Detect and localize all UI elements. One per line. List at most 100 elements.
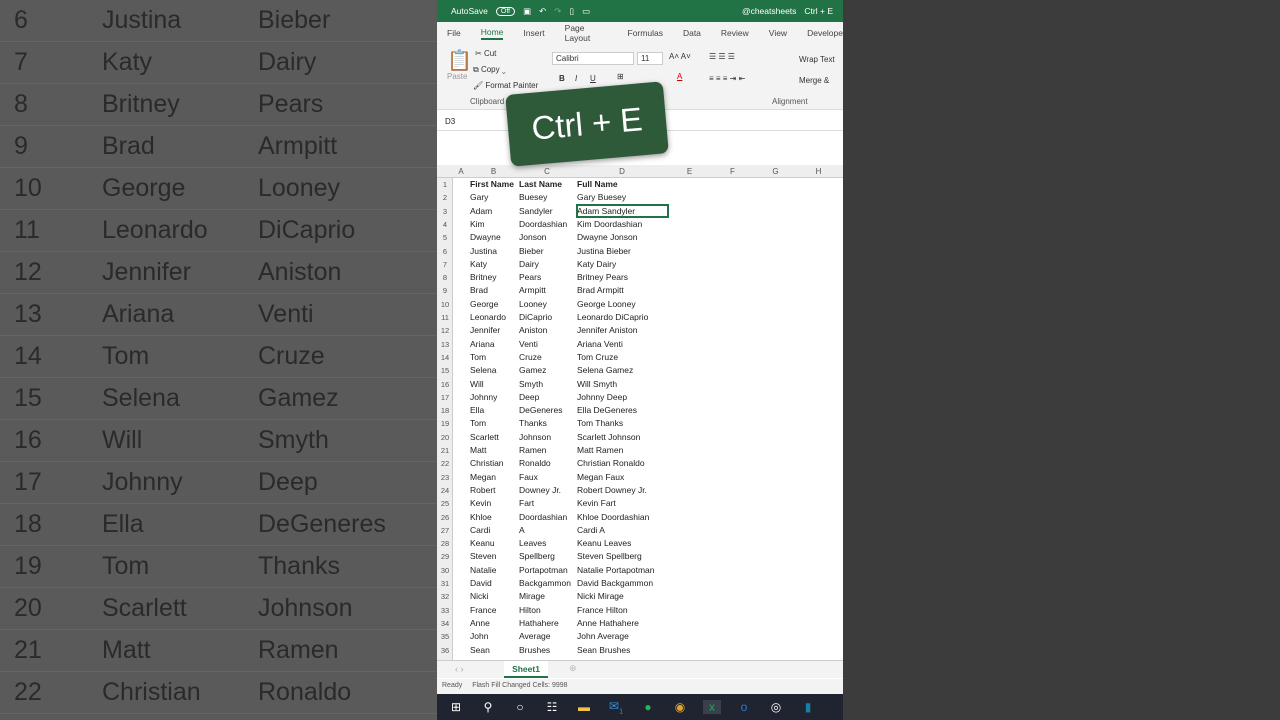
first-name-cell[interactable]: Britney xyxy=(470,272,496,282)
full-name-cell[interactable]: John Average xyxy=(577,631,629,641)
name-box[interactable]: D3 xyxy=(445,117,455,126)
full-name-cell[interactable]: Katy Dairy xyxy=(577,259,616,269)
first-name-cell[interactable]: Cardi xyxy=(470,525,490,535)
font-name-select[interactable]: Calibri xyxy=(552,52,634,65)
full-name-cell[interactable]: Tom Cruze xyxy=(577,352,618,362)
tab-view[interactable]: View xyxy=(769,28,787,38)
full-name-cell[interactable]: Justina Bieber xyxy=(577,246,631,256)
last-name-cell[interactable]: Gamez xyxy=(519,365,546,375)
first-name-cell[interactable]: Jennifer xyxy=(470,325,500,335)
grow-font-icon[interactable]: A˄ A˅ xyxy=(669,52,691,61)
full-name-cell[interactable]: Keanu Leaves xyxy=(577,538,631,548)
last-name-cell[interactable]: DiCaprio xyxy=(519,312,552,322)
full-name-cell[interactable]: Will Smyth xyxy=(577,379,617,389)
last-name-cell[interactable]: Venti xyxy=(519,339,538,349)
cortana-icon[interactable]: ○ xyxy=(511,700,529,714)
tab-review[interactable]: Review xyxy=(721,28,749,38)
undo-icon[interactable]: ↶ xyxy=(539,6,546,17)
last-name-cell[interactable]: A xyxy=(519,525,525,535)
borders-icon[interactable]: ⊞ xyxy=(617,72,624,81)
full-name-cell[interactable]: Natalie Portapotman xyxy=(577,565,655,575)
font-size-select[interactable]: 11 xyxy=(637,52,663,65)
full-name-cell[interactable]: Johnny Deep xyxy=(577,392,627,402)
tab-file[interactable]: File xyxy=(447,28,461,38)
full-name-cell[interactable]: Christian Ronaldo xyxy=(577,458,645,468)
full-name-cell[interactable]: Ella DeGeneres xyxy=(577,405,637,415)
first-name-cell[interactable]: Will xyxy=(470,379,484,389)
autosave-toggle[interactable]: Off xyxy=(495,6,516,16)
first-name-cell[interactable]: John xyxy=(470,631,488,641)
first-name-cell[interactable]: David xyxy=(470,578,492,588)
tab-data[interactable]: Data xyxy=(683,28,701,38)
first-name-cell[interactable]: Dwayne xyxy=(470,232,501,242)
format-painter-button[interactable]: 🖌 Format Painter xyxy=(473,81,538,90)
first-name-cell[interactable]: Robert xyxy=(470,485,496,495)
first-name-cell[interactable]: Johnny xyxy=(470,392,497,402)
last-name-cell[interactable]: Doordashian xyxy=(519,512,567,522)
full-name-cell[interactable]: Brad Armpitt xyxy=(577,285,624,295)
first-name-cell[interactable]: Megan xyxy=(470,472,496,482)
align-left-icon[interactable]: ≡ ≡ ≡ ⇥ ⇤ xyxy=(709,74,745,83)
new-file-icon[interactable]: ▯ xyxy=(569,6,574,17)
chrome-icon[interactable]: ◉ xyxy=(671,700,689,714)
first-name-cell[interactable]: Nicki xyxy=(470,591,488,601)
last-name-cell[interactable]: Doordashian xyxy=(519,219,567,229)
mail-icon[interactable]: ✉1 xyxy=(607,699,625,715)
last-name-cell[interactable]: Sandyler xyxy=(519,206,553,216)
full-name-cell[interactable]: Nicki Mirage xyxy=(577,591,624,601)
first-name-cell[interactable]: Matt xyxy=(470,445,487,455)
column-header-c[interactable]: C xyxy=(518,167,576,176)
first-name-cell[interactable]: Sean xyxy=(470,645,490,655)
full-name-cell[interactable]: Scarlett Johnson xyxy=(577,432,640,442)
last-name-cell[interactable]: Dairy xyxy=(519,259,539,269)
full-name-cell[interactable]: Ariana Venti xyxy=(577,339,623,349)
full-name-cell[interactable]: Robert Downey Jr. xyxy=(577,485,647,495)
full-name-cell[interactable]: Tom Thanks xyxy=(577,418,623,428)
full-name-cell[interactable]: Jennifer Aniston xyxy=(577,325,637,335)
last-name-cell[interactable]: Portapotman xyxy=(519,565,568,575)
full-name-cell[interactable]: Khloe Doordashian xyxy=(577,512,649,522)
first-name-cell[interactable]: Anne xyxy=(470,618,490,628)
last-name-cell[interactable]: Spellberg xyxy=(519,551,555,561)
paste-button[interactable]: Paste xyxy=(447,72,467,81)
align-top-icon[interactable]: ☰ ☰ ☰ xyxy=(709,52,735,61)
full-name-cell[interactable]: Britney Pears xyxy=(577,272,628,282)
full-name-cell[interactable]: David Backgammon xyxy=(577,578,653,588)
full-name-cell[interactable]: Kevin Fart xyxy=(577,498,616,508)
full-name-cell[interactable]: Gary Buesey xyxy=(577,192,626,202)
redo-icon[interactable]: ↷ xyxy=(554,6,561,17)
bold-button[interactable]: B xyxy=(559,74,565,83)
column-header-b[interactable]: B xyxy=(469,167,518,176)
task-view-icon[interactable]: ☷ xyxy=(543,700,561,714)
last-name-cell[interactable]: Jonson xyxy=(519,232,546,242)
column-header-e[interactable]: E xyxy=(668,167,711,176)
first-name-cell[interactable]: Scarlett xyxy=(470,432,499,442)
first-name-cell[interactable]: Keanu xyxy=(470,538,495,548)
first-name-cell[interactable]: Adam xyxy=(470,206,492,216)
last-name-cell[interactable]: Deep xyxy=(519,392,539,402)
full-name-cell[interactable]: Leonardo DiCaprio xyxy=(577,312,648,322)
full-name-cell[interactable]: George Looney xyxy=(577,299,636,309)
first-name-cell[interactable]: Ella xyxy=(470,405,484,415)
first-name-cell[interactable]: Natalie xyxy=(470,565,496,575)
column-header-d[interactable]: D xyxy=(576,167,668,176)
last-name-cell[interactable]: Pears xyxy=(519,272,541,282)
last-name-cell[interactable]: Smyth xyxy=(519,379,543,389)
last-name-cell[interactable]: Downey Jr. xyxy=(519,485,561,495)
last-name-cell[interactable]: Buesey xyxy=(519,192,547,202)
full-name-cell[interactable]: Anne Hathahere xyxy=(577,618,639,628)
underline-button[interactable]: U xyxy=(590,74,596,83)
tab-develope[interactable]: Develope xyxy=(807,28,843,38)
first-name-cell[interactable]: Tom xyxy=(470,352,486,362)
last-name-cell[interactable]: Backgammon xyxy=(519,578,571,588)
column-header-h[interactable]: H xyxy=(797,167,840,176)
last-name-cell[interactable]: Johnson xyxy=(519,432,551,442)
app-icon[interactable]: ▮ xyxy=(799,700,817,714)
last-name-cell[interactable]: Leaves xyxy=(519,538,546,548)
last-name-cell[interactable]: Looney xyxy=(519,299,547,309)
last-name-cell[interactable]: DeGeneres xyxy=(519,405,562,415)
spotify-icon[interactable]: ● xyxy=(639,700,657,714)
first-name-cell[interactable]: Christian xyxy=(470,458,504,468)
tab-formulas[interactable]: Formulas xyxy=(628,28,663,38)
sheet-tab-sheet1[interactable]: Sheet1 xyxy=(504,661,548,678)
